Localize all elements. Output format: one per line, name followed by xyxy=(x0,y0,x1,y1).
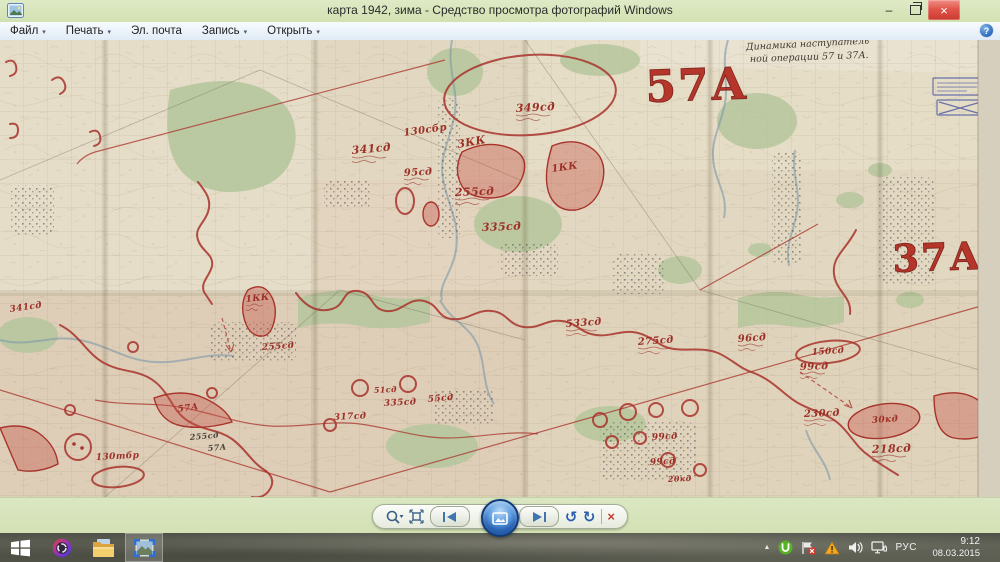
windows-logo-icon xyxy=(10,539,30,556)
menu-burn-label: Запись xyxy=(201,25,240,37)
network-icon[interactable] xyxy=(871,541,888,554)
map-unit-label: 30кд xyxy=(872,414,899,426)
warning-tray-icon[interactable] xyxy=(824,540,841,555)
minimize-button[interactable]: – xyxy=(876,0,902,20)
utorrent-tray-icon[interactable] xyxy=(778,540,793,555)
actual-size-button[interactable] xyxy=(409,505,425,528)
volume-icon[interactable] xyxy=(848,541,863,554)
menu-email[interactable]: Эл. почта xyxy=(121,22,192,40)
action-center-flag-icon[interactable] xyxy=(801,541,816,555)
delete-button[interactable]: × xyxy=(607,505,615,528)
system-tray: ▲ РУС 9:12 08.03.2015 xyxy=(764,533,980,562)
clock-time: 9:12 xyxy=(960,535,980,547)
clock[interactable]: 9:12 08.03.2015 xyxy=(925,536,980,559)
map-unit-label: 95сд xyxy=(404,167,433,179)
map-unit-label: 96сд xyxy=(737,332,766,345)
map-unit-label: 255сд xyxy=(454,185,495,199)
map-unit-label: 99сд xyxy=(652,432,678,443)
map-image: 130сбр341сд349сд3КК95сд255сд335сд1КК1КК2… xyxy=(0,40,1000,497)
taskbar-photo-viewer-icon[interactable] xyxy=(125,533,163,562)
toolbar-divider xyxy=(600,509,602,524)
map-unit-label: 99сд xyxy=(650,457,676,468)
map-unit-label: 130тбр xyxy=(96,450,140,463)
taskbar: ▲ РУС 9:12 08.03.2015 xyxy=(0,533,1000,562)
chevron-down-icon: ▾ xyxy=(243,28,248,36)
rotate-cw-button[interactable]: ↻ xyxy=(583,505,596,528)
army-label-37a: 37А xyxy=(892,233,983,281)
menu-burn[interactable]: Запись ▾ xyxy=(192,22,257,40)
map-unit-label: 230сд xyxy=(803,408,840,420)
previous-button[interactable] xyxy=(429,506,470,527)
next-button[interactable] xyxy=(519,506,560,527)
help-icon[interactable]: ? xyxy=(980,24,993,37)
menu-file-label: Файл xyxy=(10,25,39,37)
chevron-down-icon: ▾ xyxy=(107,28,111,36)
taskbar-browser-icon[interactable] xyxy=(43,533,81,562)
viewer-bottom-chrome: ↺ ↻ × xyxy=(0,497,1000,537)
map-unit-label: 335сд xyxy=(384,397,417,409)
map-unit-label: 99сд xyxy=(800,361,829,373)
zoom-button[interactable] xyxy=(385,505,404,528)
army-label-57a: 57А xyxy=(645,58,750,113)
menu-open[interactable]: Открыть ▾ xyxy=(257,22,330,40)
picture-icon xyxy=(492,511,508,525)
map-unit-label: 20кд xyxy=(667,473,692,484)
map-unit-label: 57А xyxy=(207,441,227,453)
clock-date: 08.03.2015 xyxy=(932,547,980,559)
map-unit-label: 349сд xyxy=(515,100,555,115)
titlebar: карта 1942, зима - Средство просмотра фо… xyxy=(0,0,1000,23)
start-button[interactable] xyxy=(0,533,40,562)
window-title: карта 1942, зима - Средство просмотра фо… xyxy=(327,3,673,17)
language-indicator[interactable]: РУС xyxy=(895,542,917,553)
slideshow-button[interactable] xyxy=(481,499,519,537)
menu-print[interactable]: Печать ▾ xyxy=(56,22,121,40)
maximize-button[interactable] xyxy=(902,0,928,20)
menu-print-label: Печать xyxy=(65,25,104,37)
menu-email-label: Эл. почта xyxy=(131,25,182,37)
rotate-ccw-button[interactable]: ↺ xyxy=(565,505,578,528)
photo-viewport[interactable]: 130сбр 341сд 349сд 3КК 95сд 255сд 335сд 1КК 1КК 2… xyxy=(0,40,1000,497)
menubar: Файл ▾ Печать ▾ Эл. почта Запись ▾ Откры… xyxy=(0,22,1000,41)
chevron-down-icon: ▾ xyxy=(42,28,46,36)
map-unit-label: 317сд xyxy=(334,411,367,423)
restore-icon xyxy=(909,2,922,15)
map-unit-label: 335сд xyxy=(482,220,522,234)
map-unit-label: 51сд xyxy=(374,384,398,395)
close-button[interactable]: × xyxy=(928,0,960,20)
menu-open-label: Открыть xyxy=(267,25,313,37)
map-unit-label: 218сд xyxy=(871,442,912,456)
menu-file[interactable]: Файл ▾ xyxy=(0,22,56,40)
show-hidden-icons-button[interactable]: ▲ xyxy=(764,544,771,551)
chevron-down-icon: ▾ xyxy=(316,28,320,36)
taskbar-explorer-icon[interactable] xyxy=(84,533,122,562)
